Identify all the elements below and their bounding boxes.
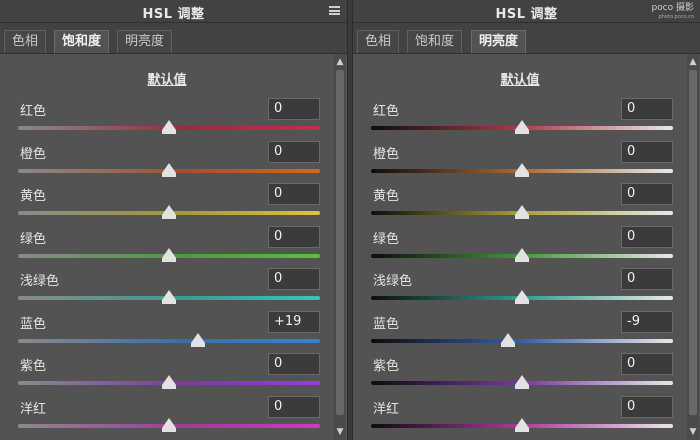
panel-titlebar: HSL 调整 poco 摄影 photo.poco.cn [353, 0, 700, 23]
slider-thumb[interactable] [162, 290, 176, 304]
slider-value-input[interactable]: 0 [268, 98, 320, 120]
slider-value-input[interactable]: 0 [268, 395, 320, 418]
tab-hue[interactable]: 色相 [4, 30, 47, 53]
slider-thumb[interactable] [501, 332, 516, 347]
slider-value-input[interactable]: 0 [621, 225, 673, 248]
slider-thumb[interactable] [515, 290, 529, 304]
slider-thumb[interactable] [190, 332, 205, 347]
slider-label: 红色 [20, 104, 47, 119]
slider-row: 浅绿色 0 [353, 268, 687, 310]
slider-label: 橙色 [373, 146, 400, 162]
slider-list: 默认值 红色 0 橙色 0 黄色 0 绿色 0 浅绿色 0 蓝色 +19 紫色 0 洋红 0 [0, 54, 334, 440]
slider-value-input[interactable]: 0 [268, 225, 320, 248]
slider-value-input[interactable]: -9 [621, 310, 673, 333]
panel-menu-icon[interactable] [329, 6, 340, 15]
tab-luminance[interactable]: 明亮度 [117, 30, 173, 53]
tab-saturation[interactable]: 饱和度 [54, 30, 110, 53]
tab-hue[interactable]: 色相 [357, 30, 400, 53]
slider-label: 橙色 [20, 146, 47, 162]
slider-thumb[interactable] [515, 375, 529, 389]
scrollbar[interactable]: ▲ ▼ [334, 54, 346, 440]
slider-row: 蓝色 -9 [353, 310, 687, 353]
panel-title: HSL 调整 [142, 7, 205, 22]
slider-thumb[interactable] [162, 120, 176, 134]
default-button[interactable]: 默认值 [0, 69, 334, 88]
slider-row: 黄色 0 [0, 183, 334, 225]
slider-label: 洋红 [373, 401, 400, 417]
slider-row: 绿色 0 [0, 225, 334, 268]
hsl-panel-saturation: HSL 调整 色相 饱和度 明亮度 默认值 红色 0 橙色 0 黄色 0 绿色 0 浅绿色 0 蓝色… [0, 0, 348, 440]
slider-row: 红色 0 [0, 98, 334, 140]
slider-row: 洋红 0 [0, 395, 334, 438]
slider-thumb[interactable] [162, 162, 176, 177]
hsl-panel-luminance: HSL 调整 poco 摄影 photo.poco.cn 色相 饱和度 明亮度 … [352, 0, 700, 440]
tab-luminance[interactable]: 明亮度 [471, 30, 527, 53]
scrollbar-thumb[interactable] [336, 70, 344, 415]
slider-label: 黄色 [20, 189, 47, 204]
scroll-down-icon[interactable]: ▼ [687, 426, 699, 438]
slider-value-input[interactable]: 0 [621, 140, 673, 163]
slider-label: 蓝色 [373, 316, 400, 332]
slider-row: 红色 0 [353, 98, 687, 140]
slider-track[interactable] [18, 338, 320, 343]
scrollbar[interactable]: ▲ ▼ [687, 54, 699, 440]
slider-label: 浅绿色 [373, 274, 413, 289]
slider-thumb[interactable] [515, 162, 529, 177]
slider-value-input[interactable]: 0 [268, 140, 320, 163]
slider-row: 紫色 0 [0, 353, 334, 395]
slider-row: 洋红 0 [353, 395, 687, 438]
slider-row: 橙色 0 [0, 140, 334, 183]
slider-value-input[interactable]: 0 [268, 183, 320, 205]
slider-value-input[interactable]: +19 [268, 310, 320, 333]
slider-thumb[interactable] [162, 375, 176, 389]
tab-bar: 色相 饱和度 明亮度 [0, 23, 347, 54]
slider-row: 蓝色 +19 [0, 310, 334, 353]
slider-thumb[interactable] [515, 205, 529, 219]
slider-row: 黄色 0 [353, 183, 687, 225]
watermark-subtext: photo.poco.cn [658, 14, 694, 20]
slider-value-input[interactable]: 0 [621, 353, 673, 375]
scroll-up-icon[interactable]: ▲ [334, 56, 346, 68]
slider-thumb[interactable] [162, 417, 176, 432]
default-button[interactable]: 默认值 [353, 69, 687, 88]
slider-value-input[interactable]: 0 [621, 183, 673, 205]
scroll-down-icon[interactable]: ▼ [334, 426, 346, 438]
slider-row: 紫色 0 [353, 353, 687, 395]
watermark-logo: poco 摄影 photo.poco.cn [651, 4, 694, 22]
slider-label: 红色 [373, 104, 400, 119]
panel-title: HSL 调整 [495, 7, 558, 22]
slider-value-input[interactable]: 0 [268, 353, 320, 375]
slider-row: 绿色 0 [353, 225, 687, 268]
slider-track[interactable] [371, 338, 673, 343]
slider-value-input[interactable]: 0 [621, 395, 673, 418]
slider-value-input[interactable]: 0 [621, 98, 673, 120]
slider-label: 绿色 [20, 231, 47, 247]
slider-list: 默认值 红色 0 橙色 0 黄色 0 绿色 0 浅绿色 0 蓝色 -9 紫色 0 洋红 0 [353, 54, 687, 440]
slider-value-input[interactable]: 0 [621, 268, 673, 290]
scroll-up-icon[interactable]: ▲ [687, 56, 699, 68]
slider-label: 浅绿色 [20, 274, 60, 289]
slider-thumb[interactable] [515, 417, 529, 432]
tab-bar: 色相 饱和度 明亮度 [353, 23, 700, 54]
slider-label: 紫色 [373, 359, 400, 374]
scrollbar-thumb[interactable] [689, 70, 697, 415]
slider-thumb[interactable] [162, 247, 176, 262]
watermark-text: poco 摄影 [651, 3, 694, 13]
slider-label: 绿色 [373, 231, 400, 247]
slider-thumb[interactable] [515, 120, 529, 134]
slider-label: 蓝色 [20, 316, 47, 332]
tab-saturation[interactable]: 饱和度 [407, 30, 463, 53]
slider-label: 洋红 [20, 401, 47, 417]
slider-row: 橙色 0 [353, 140, 687, 183]
slider-thumb[interactable] [515, 247, 529, 262]
panel-titlebar: HSL 调整 [0, 0, 347, 23]
slider-row: 浅绿色 0 [0, 268, 334, 310]
slider-value-input[interactable]: 0 [268, 268, 320, 290]
slider-thumb[interactable] [162, 205, 176, 219]
slider-label: 紫色 [20, 359, 47, 374]
slider-label: 黄色 [373, 189, 400, 204]
